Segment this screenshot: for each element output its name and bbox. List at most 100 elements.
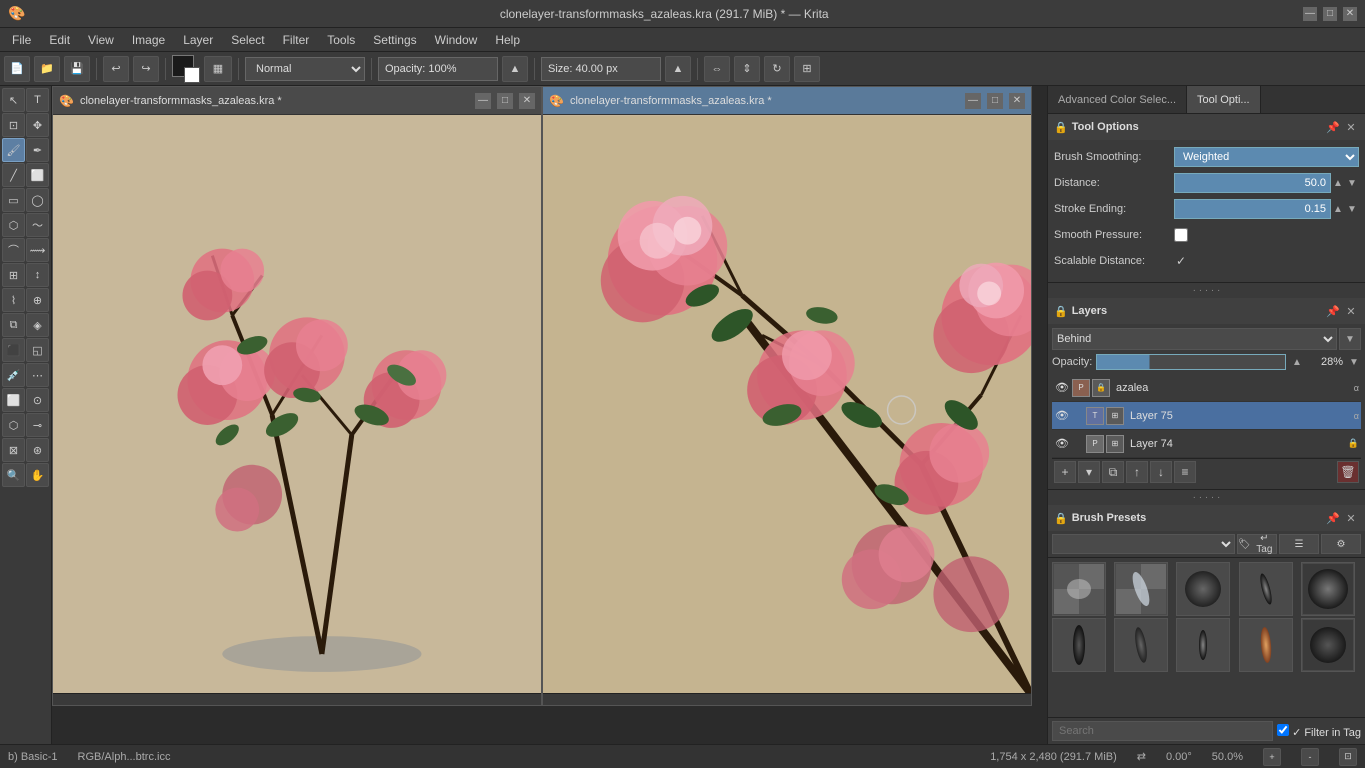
brush-item-9[interactable] xyxy=(1239,618,1293,672)
brush-item-3[interactable] xyxy=(1176,562,1230,616)
layer-item-azalea[interactable]: 👁 P 🔒 azalea α xyxy=(1052,374,1361,402)
zoom-in-btn[interactable]: + xyxy=(1263,748,1281,766)
rectangle-tool[interactable]: ▭ xyxy=(2,188,25,212)
zoom-tool[interactable]: 🔍 xyxy=(2,463,25,487)
tool-options-close-btn[interactable]: ✕ xyxy=(1343,119,1359,135)
gradient-tool[interactable]: ◱ xyxy=(26,338,49,362)
add-layer-btn[interactable]: + xyxy=(1054,461,1076,483)
doc-minimize-btn-1[interactable]: — xyxy=(475,93,491,109)
distance-down-btn[interactable]: ▼ xyxy=(1345,176,1359,190)
layer-properties-btn[interactable]: ≡ xyxy=(1174,461,1196,483)
magnetic-select-tool[interactable]: ⊛ xyxy=(26,438,49,462)
brush-tag-btn[interactable]: 🏷 ↵ Tag xyxy=(1237,534,1277,554)
doc-maximize-btn-2[interactable]: □ xyxy=(987,93,1003,109)
smooth-pressure-checkbox[interactable] xyxy=(1174,228,1188,242)
menu-item-help[interactable]: Help xyxy=(487,31,528,49)
wrap-button[interactable]: ⊞ xyxy=(794,56,820,82)
brush-item-4[interactable] xyxy=(1239,562,1293,616)
menu-item-select[interactable]: Select xyxy=(223,31,272,49)
layer-item-74[interactable]: 👁 P ⊞ Layer 74 🔒 xyxy=(1052,430,1361,458)
brush-item-8[interactable] xyxy=(1176,618,1230,672)
opacity-down-btn[interactable]: ▼ xyxy=(1347,355,1361,369)
brush-presets-pin-btn[interactable]: 📌 xyxy=(1325,510,1341,526)
menu-item-edit[interactable]: Edit xyxy=(41,31,78,49)
move-layer-tool[interactable]: ↕ xyxy=(26,263,49,287)
doc-scrollbar-h-1[interactable] xyxy=(53,693,541,705)
brush-presets-header[interactable]: 🔒 Brush Presets 📌 ✕ xyxy=(1048,505,1365,531)
paint-tool[interactable]: 🖌 xyxy=(2,138,25,162)
delete-layer-btn[interactable]: 🗑 xyxy=(1337,461,1359,483)
brush-search-input[interactable] xyxy=(1052,721,1273,741)
layers-header[interactable]: 🔒 Layers 📌 ✕ xyxy=(1048,298,1365,324)
layers-pin-btn[interactable]: 📌 xyxy=(1325,303,1341,319)
brush-item-6[interactable] xyxy=(1052,618,1106,672)
rotation-button[interactable]: ↻ xyxy=(764,56,790,82)
eyedropper-tool[interactable]: 💉 xyxy=(2,363,25,387)
layer-filter-btn[interactable]: ▼ xyxy=(1339,328,1361,350)
tool-options-pin-btn[interactable]: 📌 xyxy=(1325,119,1341,135)
select-tool[interactable]: ↖ xyxy=(2,88,25,112)
fit-canvas-btn[interactable]: ⊡ xyxy=(1339,748,1357,766)
undo-button[interactable]: ↩ xyxy=(103,56,129,82)
ellipse-select-tool[interactable]: ⊙ xyxy=(26,388,49,412)
opacity-slider[interactable] xyxy=(1096,354,1286,370)
layer-item-75[interactable]: 👁 T ⊞ Layer 75 α xyxy=(1052,402,1361,430)
polygon-tool[interactable]: ⬡ xyxy=(2,213,25,237)
brush-item-5[interactable] xyxy=(1301,562,1355,616)
blend-mode-select[interactable]: Normal xyxy=(245,57,365,81)
brush-settings-btn[interactable]: ⚙ xyxy=(1321,534,1361,554)
doc-close-btn-1[interactable]: ✕ xyxy=(519,93,535,109)
brush-item-7[interactable] xyxy=(1114,618,1168,672)
crop-tool[interactable]: ⊡ xyxy=(2,113,25,137)
move-tool[interactable]: ✥ xyxy=(26,113,49,137)
bezier-tool[interactable]: ⌒ xyxy=(2,238,25,262)
menu-item-window[interactable]: Window xyxy=(427,31,486,49)
layer-eye-azalea[interactable]: 👁 xyxy=(1054,380,1070,396)
background-color-swatch[interactable] xyxy=(184,67,200,83)
fill-tool[interactable]: ⬛ xyxy=(2,338,25,362)
distance-up-btn[interactable]: ▲ xyxy=(1331,176,1345,190)
contiguous-select-tool[interactable]: ⊠ xyxy=(2,438,25,462)
poly-select-tool[interactable]: ⬡ xyxy=(2,413,25,437)
rect-select-tool[interactable]: ⬜ xyxy=(2,388,25,412)
freehand-tool[interactable]: 〜 xyxy=(26,213,49,237)
eraser-tool[interactable]: ⬜ xyxy=(26,163,49,187)
layer-mode-select[interactable]: Behind xyxy=(1052,328,1337,350)
ellipse-tool[interactable]: ◯ xyxy=(26,188,49,212)
redo-button[interactable]: ↪ xyxy=(133,56,159,82)
stroke-ending-down-btn[interactable]: ▼ xyxy=(1345,202,1359,216)
smart-select-tool[interactable]: ⋯ xyxy=(26,363,49,387)
tool-options-header[interactable]: 🔒 Tool Options 📌 ✕ xyxy=(1048,114,1365,140)
menu-item-settings[interactable]: Settings xyxy=(365,31,424,49)
close-button[interactable]: ✕ xyxy=(1343,7,1357,21)
pattern-button[interactable]: ▦ xyxy=(204,56,232,82)
calligraphy-tool[interactable]: ✒ xyxy=(26,138,49,162)
freehand-select-tool[interactable]: ⊸ xyxy=(26,413,49,437)
doc-canvas-2[interactable] xyxy=(543,115,1031,705)
menu-item-tools[interactable]: Tools xyxy=(319,31,363,49)
mirror-h-button[interactable]: ⇔ xyxy=(704,56,730,82)
mirror-v-button[interactable]: ⇕ xyxy=(734,56,760,82)
layer-eye-74[interactable]: 👁 xyxy=(1054,436,1070,452)
tab-advanced-color[interactable]: Advanced Color Selec... xyxy=(1048,86,1187,113)
layers-close-btn[interactable]: ✕ xyxy=(1343,303,1359,319)
brush-list-btn[interactable]: ☰ xyxy=(1279,534,1319,554)
menu-item-file[interactable]: File xyxy=(4,31,39,49)
colorize-tool[interactable]: ◈ xyxy=(26,313,49,337)
minimize-button[interactable]: — xyxy=(1303,7,1317,21)
move-layer-up-btn[interactable]: ↑ xyxy=(1126,461,1148,483)
tab-tool-options[interactable]: Tool Opti... xyxy=(1187,86,1261,113)
move-layer-down-btn[interactable]: ↓ xyxy=(1150,461,1172,483)
smart-patch-tool[interactable]: ⧉ xyxy=(2,313,25,337)
save-button[interactable]: 💾 xyxy=(64,56,90,82)
menu-item-filter[interactable]: Filter xyxy=(275,31,318,49)
pan-tool[interactable]: ✋ xyxy=(26,463,49,487)
menu-item-layer[interactable]: Layer xyxy=(175,31,221,49)
doc-scrollbar-h-2[interactable] xyxy=(543,693,1031,705)
distance-input[interactable] xyxy=(1174,173,1331,193)
zoom-out-btn[interactable]: - xyxy=(1301,748,1319,766)
opacity-up-btn[interactable]: ▲ xyxy=(502,56,528,82)
brush-presets-category-select[interactable] xyxy=(1052,534,1235,554)
stroke-ending-up-btn[interactable]: ▲ xyxy=(1331,202,1345,216)
line-tool[interactable]: ╱ xyxy=(2,163,25,187)
